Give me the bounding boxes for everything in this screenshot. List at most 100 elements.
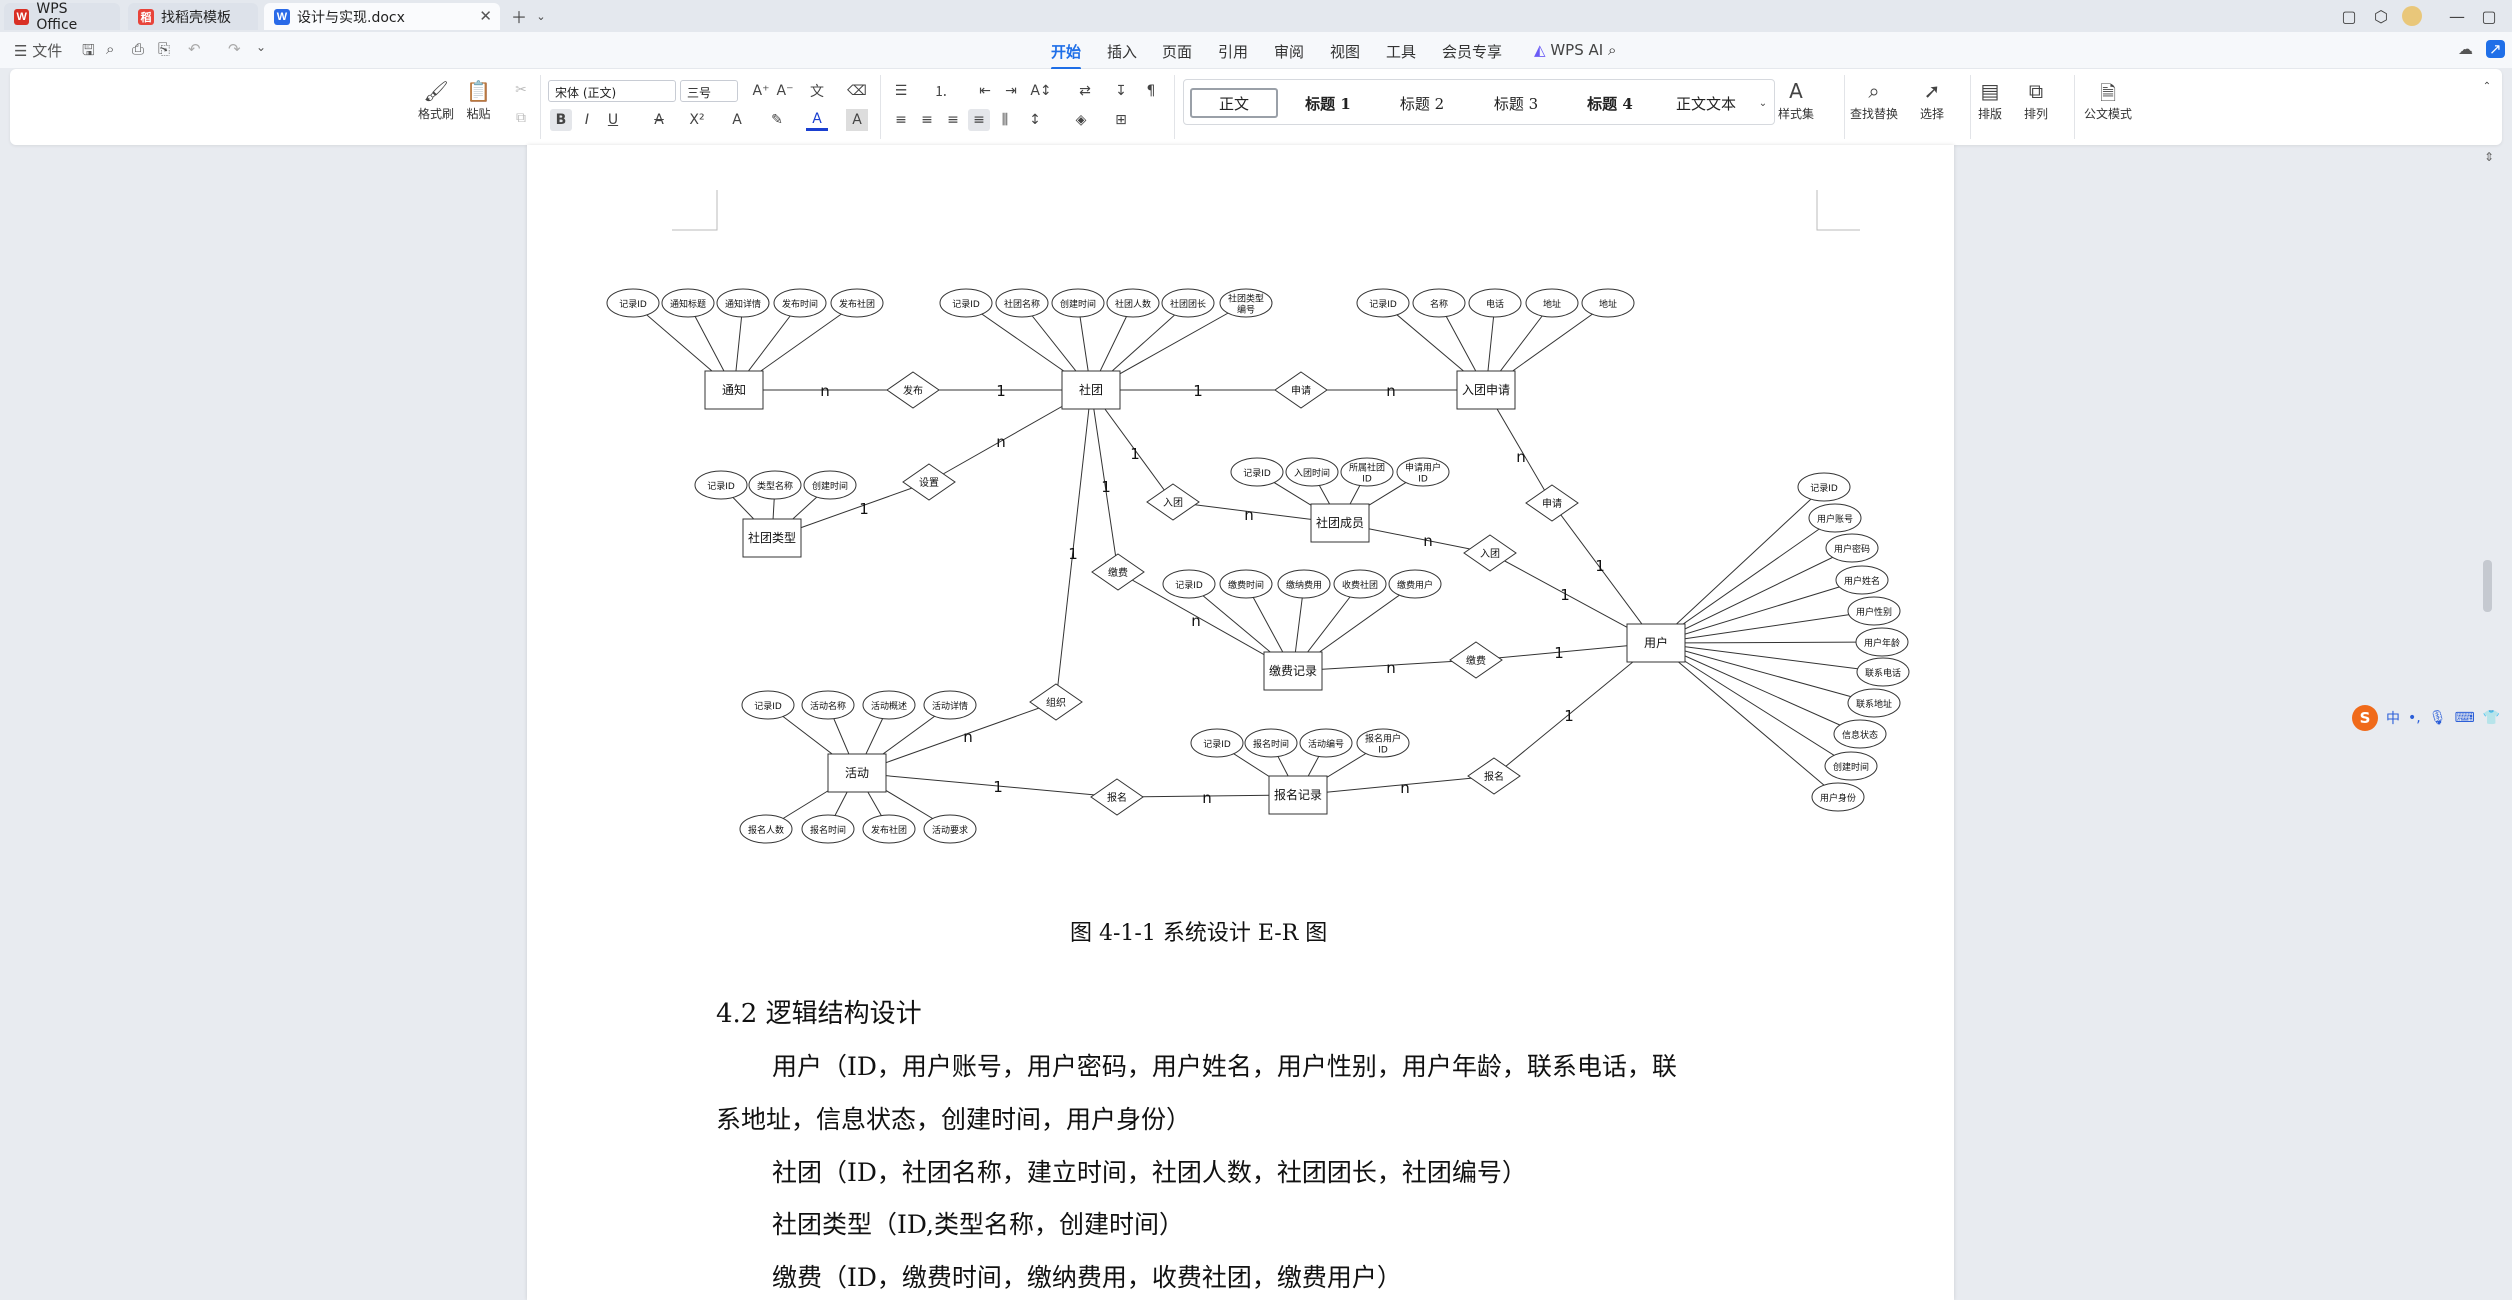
cube-icon[interactable]: ⬡: [2368, 4, 2394, 28]
char-shading-icon[interactable]: A: [846, 109, 868, 131]
redo-icon[interactable]: ↷: [228, 40, 241, 58]
attribute-label: 收费社团: [1342, 579, 1378, 591]
tab-document[interactable]: W 设计与实现.docx ✕: [264, 3, 500, 30]
sort-button[interactable]: ⧉ 排列: [2024, 79, 2048, 122]
attribute-connector: [1655, 641, 1883, 644]
template-icon: 稻: [138, 8, 154, 25]
border-icon[interactable]: ⊞: [1110, 109, 1132, 131]
formula-mode-button[interactable]: 🗎 公文模式: [2084, 79, 2132, 122]
restore-window-icon[interactable]: ▢: [2336, 4, 2362, 28]
find-replace-button[interactable]: ⌕ 查找替换: [1850, 79, 1898, 122]
underline-icon[interactable]: U: [602, 109, 624, 131]
highlight-icon[interactable]: ✎: [766, 109, 788, 131]
attribute-label: 缴费时间: [1228, 579, 1264, 591]
superscript-icon[interactable]: X²: [686, 109, 708, 131]
ime-toolbar[interactable]: S 中 •, 🎙 ⌨ 👕: [2352, 703, 2504, 733]
increase-indent-icon[interactable]: ⇥: [1000, 80, 1022, 102]
align-center-icon[interactable]: ≡: [916, 109, 938, 131]
text-effect-icon[interactable]: A: [726, 109, 748, 131]
more-chevron-icon[interactable]: ⌄: [256, 40, 266, 54]
style-heading-2[interactable]: 标题 2: [1378, 88, 1466, 118]
menu-insert[interactable]: 插入: [1107, 41, 1137, 62]
cursor-icon: ➚: [1923, 79, 1941, 103]
print-preview-icon[interactable]: ⎘: [158, 40, 170, 58]
maximize-icon[interactable]: ▢: [2476, 4, 2502, 28]
distribute-icon[interactable]: ⫼: [994, 109, 1016, 131]
share-icon[interactable]: ↗: [2486, 40, 2505, 58]
bold-icon[interactable]: B: [550, 109, 572, 131]
style-normal[interactable]: 正文: [1190, 88, 1278, 118]
search-icon[interactable]: ⌕: [1608, 41, 1616, 59]
font-name-select[interactable]: 宋体 (正文): [548, 80, 676, 102]
avatar[interactable]: [2402, 6, 2422, 26]
justify-icon[interactable]: ≡: [968, 109, 990, 131]
save-icon[interactable]: 🖫: [82, 40, 95, 65]
style-heading-1[interactable]: 标题 1: [1284, 88, 1372, 118]
style-heading-4[interactable]: 标题 4: [1566, 88, 1654, 118]
menu-view[interactable]: 视图: [1330, 41, 1360, 62]
close-tab-icon[interactable]: ✕: [479, 7, 492, 25]
paragraph-club-type: 社团类型（ID,类型名称，创建时间）: [772, 1210, 1184, 1239]
strikethrough-icon[interactable]: A: [648, 109, 670, 131]
tab-template[interactable]: 稻 找稻壳模板: [128, 3, 258, 30]
tab-wps-office[interactable]: W WPS Office: [4, 0, 120, 33]
font-color-icon[interactable]: A: [806, 109, 828, 131]
sort-icon[interactable]: ↧: [1110, 80, 1132, 102]
phonetic-icon[interactable]: 文: [806, 80, 828, 102]
menu-page[interactable]: 页面: [1162, 41, 1192, 62]
ruler-toggle-icon[interactable]: ⇕: [2484, 150, 2494, 164]
swap-icon[interactable]: ⇄: [1074, 80, 1096, 102]
shrink-font-icon[interactable]: A⁻: [774, 80, 796, 102]
clear-format-icon[interactable]: ⌫: [846, 80, 868, 102]
attribute-connector: [1655, 642, 1861, 735]
print-icon[interactable]: ⎙: [132, 40, 144, 58]
format-painter-button[interactable]: 🖌 格式刷: [418, 79, 454, 122]
numbering-icon[interactable]: ⒈: [930, 80, 952, 102]
tab-label: WPS Office: [36, 0, 78, 33]
decrease-indent-icon[interactable]: ⇤: [974, 80, 996, 102]
menu-reference[interactable]: 引用: [1218, 41, 1248, 62]
paragraph-user-line1: 用户（ID，用户账号，用户密码，用户姓名，用户性别，用户年龄，联系电话，联: [772, 1052, 1677, 1081]
cut-icon[interactable]: ✂: [510, 79, 532, 101]
style-gallery-expand-icon[interactable]: ⌄: [1752, 92, 1774, 114]
style-set-button[interactable]: A 样式集: [1778, 79, 1814, 122]
vertical-scrollbar[interactable]: [2483, 560, 2492, 612]
menu-tools[interactable]: 工具: [1386, 41, 1416, 62]
arrange-button[interactable]: ▤ 排版: [1978, 79, 2002, 122]
file-menu[interactable]: ☰ 文件: [14, 40, 62, 61]
collapse-ribbon-icon[interactable]: ⌃: [2476, 75, 2498, 97]
microphone-icon[interactable]: 🎙: [2429, 710, 2447, 726]
align-left-icon[interactable]: ≡: [890, 109, 912, 131]
undo-icon[interactable]: ↶: [188, 40, 201, 58]
menu-review[interactable]: 审阅: [1274, 41, 1304, 62]
minimize-icon[interactable]: —: [2444, 4, 2470, 28]
paste-button[interactable]: 📋 粘贴: [466, 79, 491, 122]
export-icon[interactable]: ⌕: [106, 40, 114, 58]
shading-icon[interactable]: ◈: [1070, 109, 1092, 131]
line-spacing-icon[interactable]: ↕: [1024, 109, 1046, 131]
cardinality-label: 1: [993, 778, 1003, 796]
italic-icon[interactable]: I: [576, 109, 598, 131]
align-right-icon[interactable]: ≡: [942, 109, 964, 131]
font-size-select[interactable]: 三号: [680, 80, 738, 102]
menu-home[interactable]: 开始: [1051, 41, 1082, 70]
cloud-sync-icon[interactable]: ☁: [2458, 40, 2473, 58]
cardinality-label: n: [1244, 506, 1254, 524]
tab-list-chevron-icon[interactable]: ⌄: [528, 4, 554, 28]
text-direction-icon[interactable]: A↕: [1030, 80, 1052, 102]
wps-ai-button[interactable]: ◭ WPS AI: [1534, 41, 1603, 59]
menu-vip[interactable]: 会员专享: [1442, 41, 1502, 62]
skin-icon[interactable]: 👕: [2483, 710, 2500, 726]
bullets-icon[interactable]: ☰: [890, 80, 912, 102]
document-page[interactable]: n 1 1 n n 1 1 1 n n 1 1 n n 1 n 1 n 1 n n 1 通知 社团 入团申请 社团类型 社团成员 缴费…: [527, 145, 1954, 1300]
attribute-label: 社团名称: [1004, 298, 1040, 310]
show-marks-icon[interactable]: ¶: [1140, 80, 1162, 102]
ime-language[interactable]: 中: [2386, 708, 2400, 728]
style-heading-3[interactable]: 标题 3: [1472, 88, 1560, 118]
copy-icon[interactable]: ⧉: [510, 107, 532, 129]
grow-font-icon[interactable]: A⁺: [750, 80, 772, 102]
punctuation-icon[interactable]: •,: [2408, 710, 2421, 726]
style-body-text[interactable]: 正文文本: [1660, 88, 1752, 118]
select-button[interactable]: ➚ 选择: [1920, 79, 1944, 122]
keyboard-icon[interactable]: ⌨: [2455, 710, 2475, 726]
